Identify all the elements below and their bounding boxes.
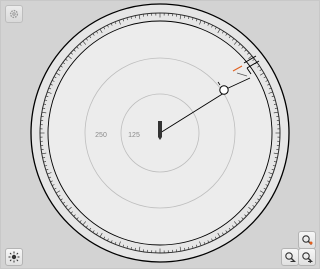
radar-display[interactable]: 250 125 (1, 1, 319, 268)
settings-button[interactable] (5, 5, 23, 23)
zoom-in-icon (302, 252, 313, 263)
range-ring-label-250: 250 (95, 132, 107, 139)
gear-icon (9, 9, 19, 19)
own-ship-icon (158, 121, 162, 140)
zoom-range-icon (302, 235, 313, 245)
zoom-out-button[interactable] (281, 248, 299, 266)
brightness-button[interactable] (5, 248, 23, 266)
zoom-in-button[interactable] (298, 248, 316, 266)
zoom-out-icon (285, 252, 296, 262)
sun-icon (8, 251, 20, 263)
range-ring-label-125: 125 (128, 132, 140, 139)
radar-window: 250 125 (0, 0, 320, 269)
zoom-range-button[interactable] (298, 231, 316, 249)
